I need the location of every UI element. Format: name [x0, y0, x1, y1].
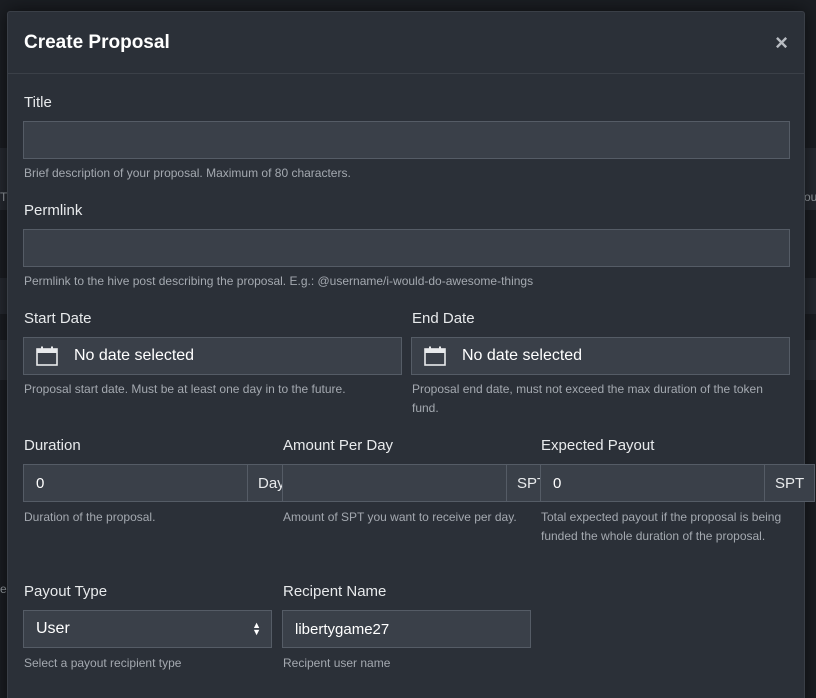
- start-date-label: Start Date: [24, 310, 92, 327]
- amount-per-day-group: SPT: [282, 464, 558, 502]
- permlink-help: Permlink to the hive post describing the…: [24, 274, 534, 288]
- expected-payout-input[interactable]: [540, 464, 765, 502]
- payout-type-help: Select a payout recipient type: [24, 656, 182, 670]
- end-date-value: No date selected: [462, 347, 583, 364]
- amount-per-day-input[interactable]: [282, 464, 507, 502]
- title-label: Title: [24, 94, 52, 111]
- expected-payout-group: SPT: [540, 464, 816, 502]
- end-date-label: End Date: [412, 310, 475, 327]
- create-proposal-modal: Create Proposal × Title Brief descriptio…: [7, 11, 816, 698]
- expected-payout-label: Expected Payout: [541, 437, 655, 454]
- calendar-icon: [424, 346, 446, 366]
- recipient-name-label: Recipent Name: [283, 583, 387, 600]
- modal-header: Create Proposal ×: [8, 12, 804, 74]
- expected-payout-help: Total expected payout if the proposal is…: [541, 510, 782, 543]
- title-help: Brief description of your proposal. Maxi…: [24, 166, 351, 180]
- amount-per-day-label: Amount Per Day: [283, 437, 394, 454]
- duration-input[interactable]: [23, 464, 248, 502]
- duration-group: Days: [23, 464, 304, 502]
- duration-help: Duration of the proposal.: [24, 510, 156, 524]
- start-date-help: Proposal start date. Must be at least on…: [24, 382, 346, 396]
- duration-label: Duration: [24, 437, 81, 454]
- recipient-name-input[interactable]: [282, 610, 531, 648]
- amount-per-day-help: Amount of SPT you want to receive per da…: [283, 510, 517, 524]
- close-icon[interactable]: ×: [775, 31, 788, 54]
- background-text: ou: [804, 190, 816, 204]
- end-date-picker[interactable]: No date selected: [411, 337, 790, 375]
- modal-title: Create Proposal: [24, 31, 170, 53]
- select-arrows-icon: ▲ ▼: [252, 620, 261, 637]
- payout-type-value: User: [36, 620, 70, 637]
- title-input[interactable]: [23, 121, 790, 159]
- payout-type-select[interactable]: User ▲ ▼: [23, 610, 272, 648]
- calendar-icon: [36, 346, 58, 366]
- background-text: e: [0, 582, 7, 596]
- payout-type-label: Payout Type: [24, 583, 108, 600]
- permlink-input[interactable]: [23, 229, 790, 267]
- end-date-help: Proposal end date, must not exceed the m…: [412, 382, 763, 415]
- start-date-picker[interactable]: No date selected: [23, 337, 402, 375]
- permlink-label: Permlink: [24, 202, 83, 219]
- recipient-name-help: Recipent user name: [283, 656, 391, 670]
- start-date-value: No date selected: [74, 347, 195, 364]
- expected-payout-unit: SPT: [765, 464, 816, 502]
